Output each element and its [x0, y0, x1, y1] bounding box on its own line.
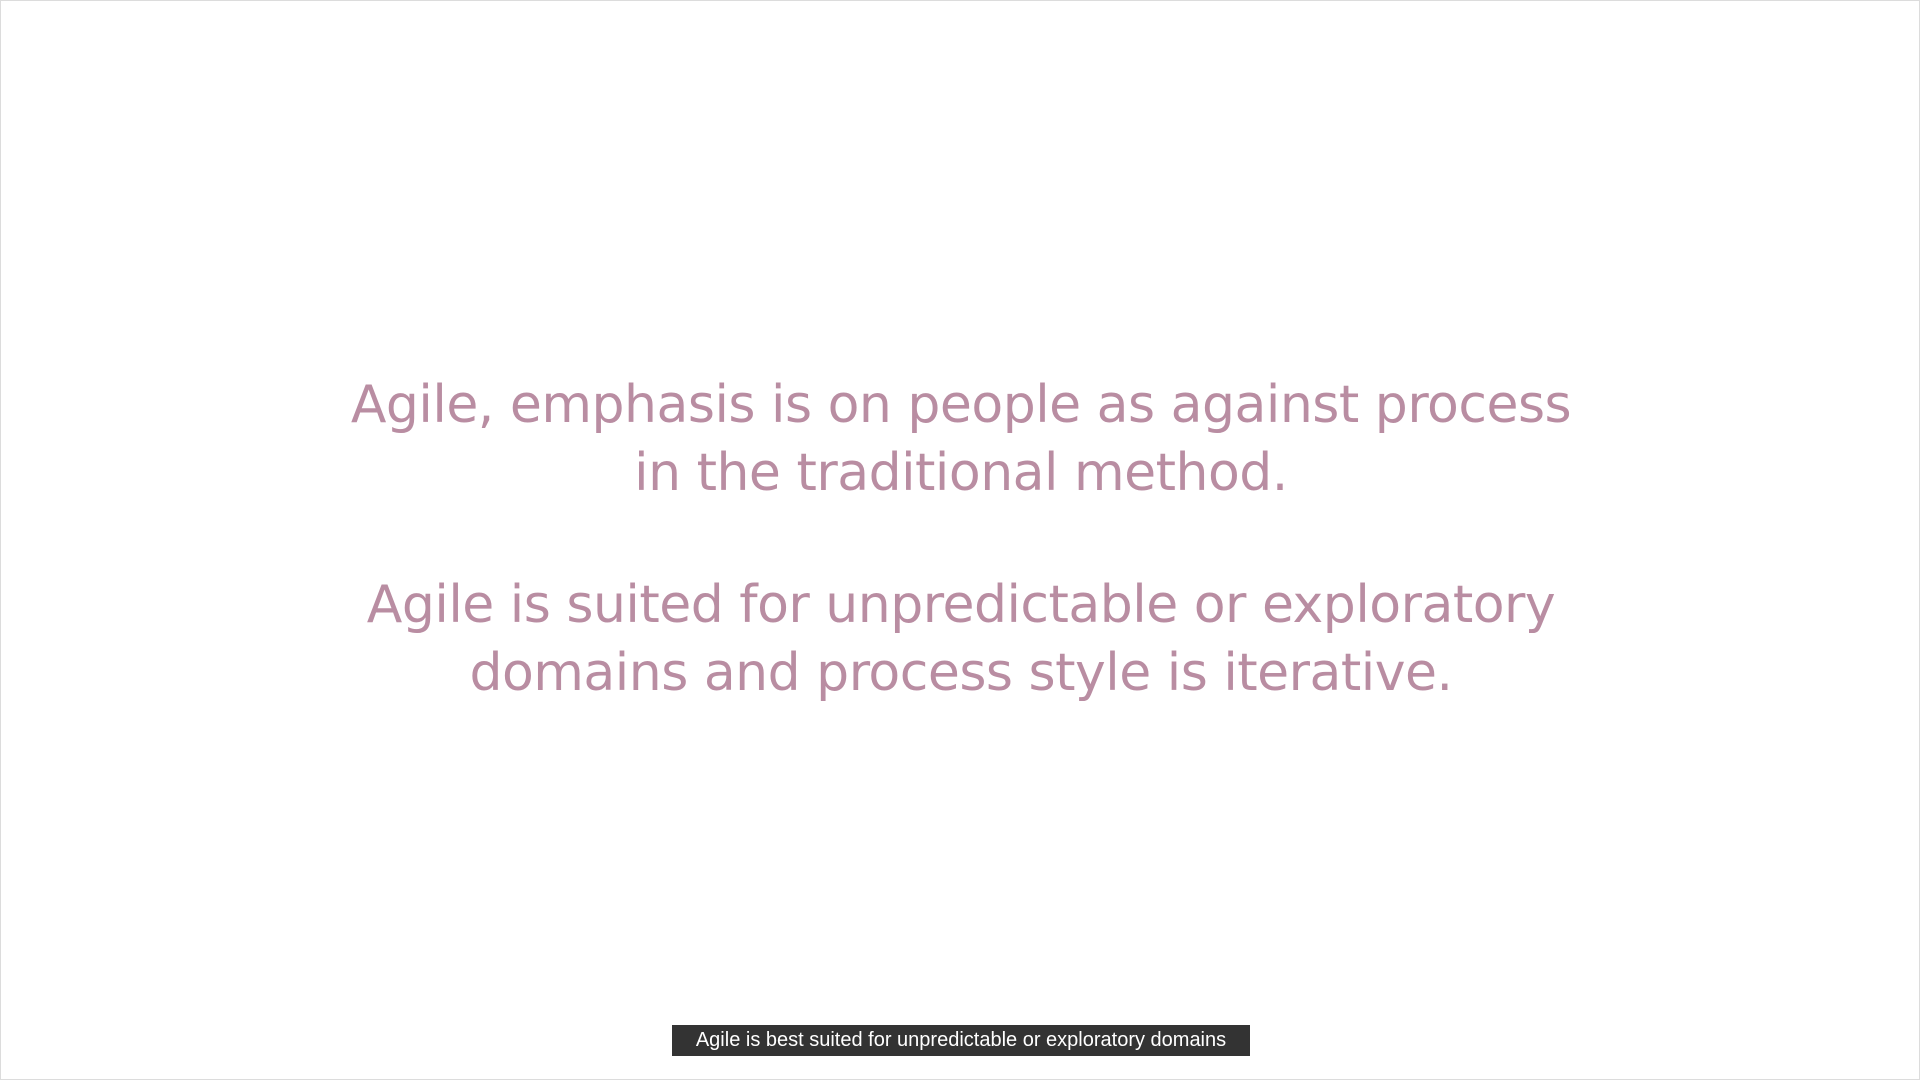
- subtitle-caption: Agile is best suited for unpredictable o…: [672, 1025, 1250, 1056]
- slide-paragraph-people-vs-process: Agile, emphasis is on people as against …: [1, 371, 1920, 507]
- slide-text-line: Agile, emphasis is on people as against …: [350, 375, 1572, 435]
- video-frame: Agile, emphasis is on people as against …: [0, 0, 1920, 1080]
- slide-text-line: Agile is suited for unpredictable or exp…: [366, 575, 1556, 635]
- slide-text-line: in the traditional method.: [634, 443, 1288, 503]
- slide-text-line: domains and process style is iterative.: [469, 643, 1453, 703]
- slide-paragraph-iterative-domains: Agile is suited for unpredictable or exp…: [1, 571, 1920, 707]
